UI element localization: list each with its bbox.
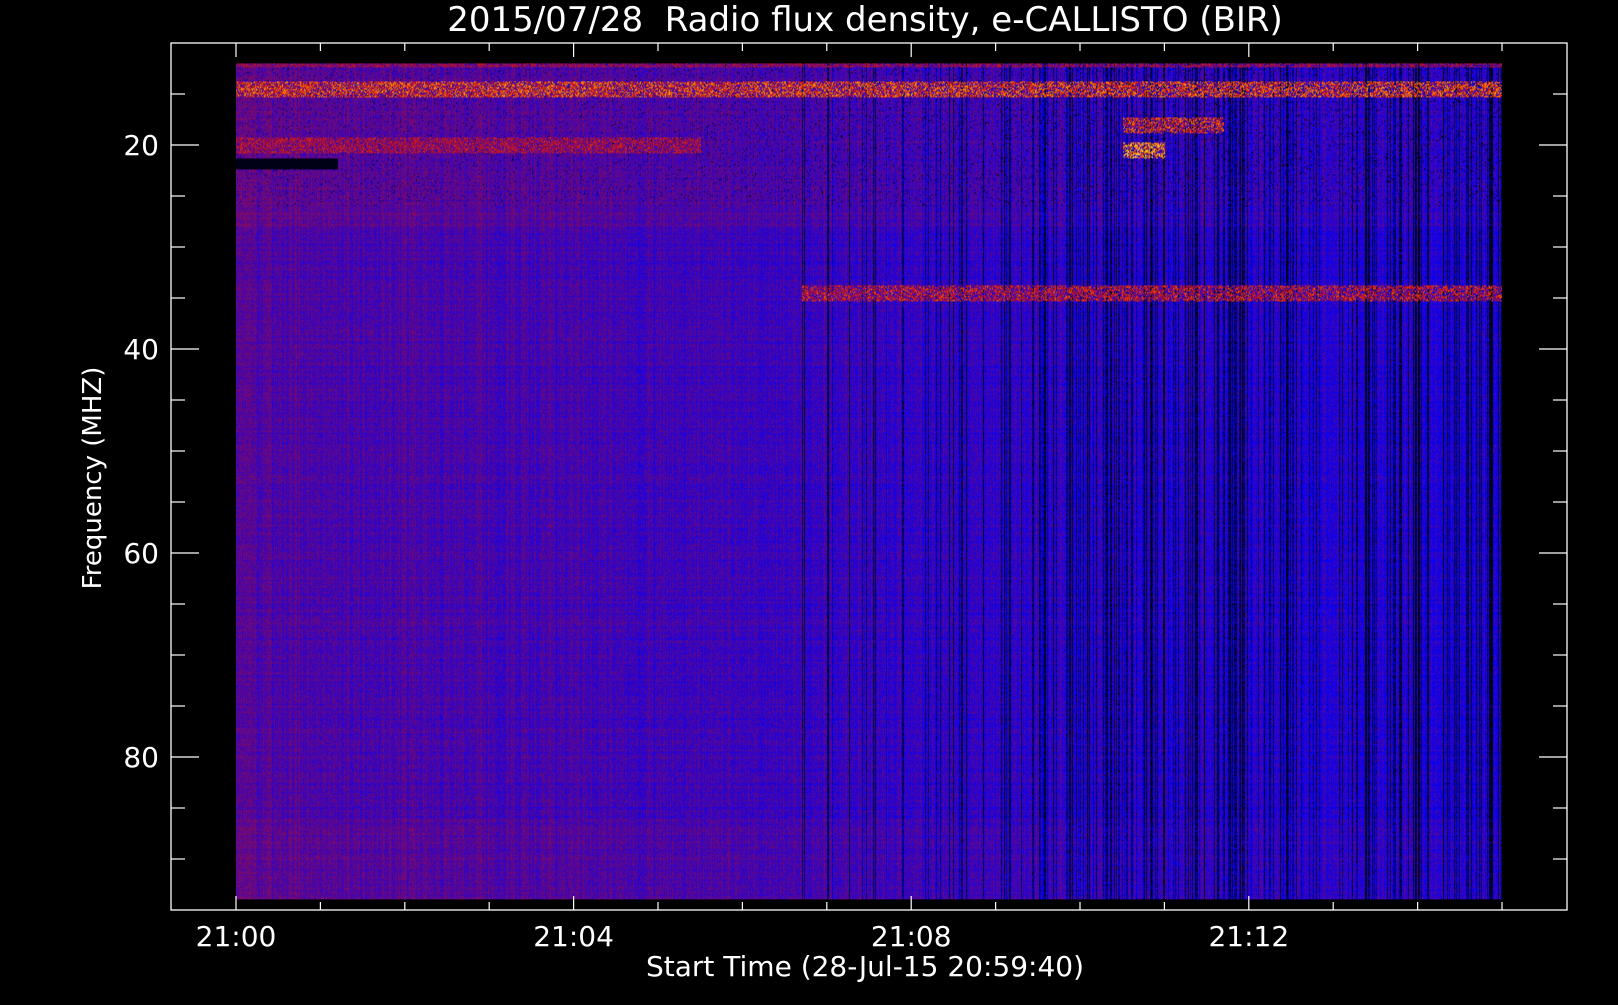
x-tick-label: 21:00	[196, 920, 277, 953]
chart-title: 2015/07/28 Radio flux density, e-CALLIST…	[447, 0, 1283, 40]
chart-svg: 2015/07/28 Radio flux density, e-CALLIST…	[0, 0, 1618, 1000]
y-axis-label: Frequency (MHZ)	[78, 367, 108, 590]
spectrogram-image	[235, 63, 1502, 900]
x-tick-label: 21:08	[871, 920, 952, 953]
x-axis-label: Start Time (28-Jul-15 20:59:40)	[646, 950, 1084, 983]
y-tick-label: 60	[123, 537, 159, 570]
x-tick-label: 21:12	[1208, 920, 1289, 953]
y-tick-label: 80	[123, 741, 159, 774]
spectrogram-chart: 2015/07/28 Radio flux density, e-CALLIST…	[0, 0, 1618, 1000]
heatmap-layer	[235, 63, 1502, 900]
y-tick-label: 40	[123, 333, 159, 366]
y-tick-label: 20	[123, 129, 159, 162]
x-tick-label: 21:04	[533, 920, 614, 953]
